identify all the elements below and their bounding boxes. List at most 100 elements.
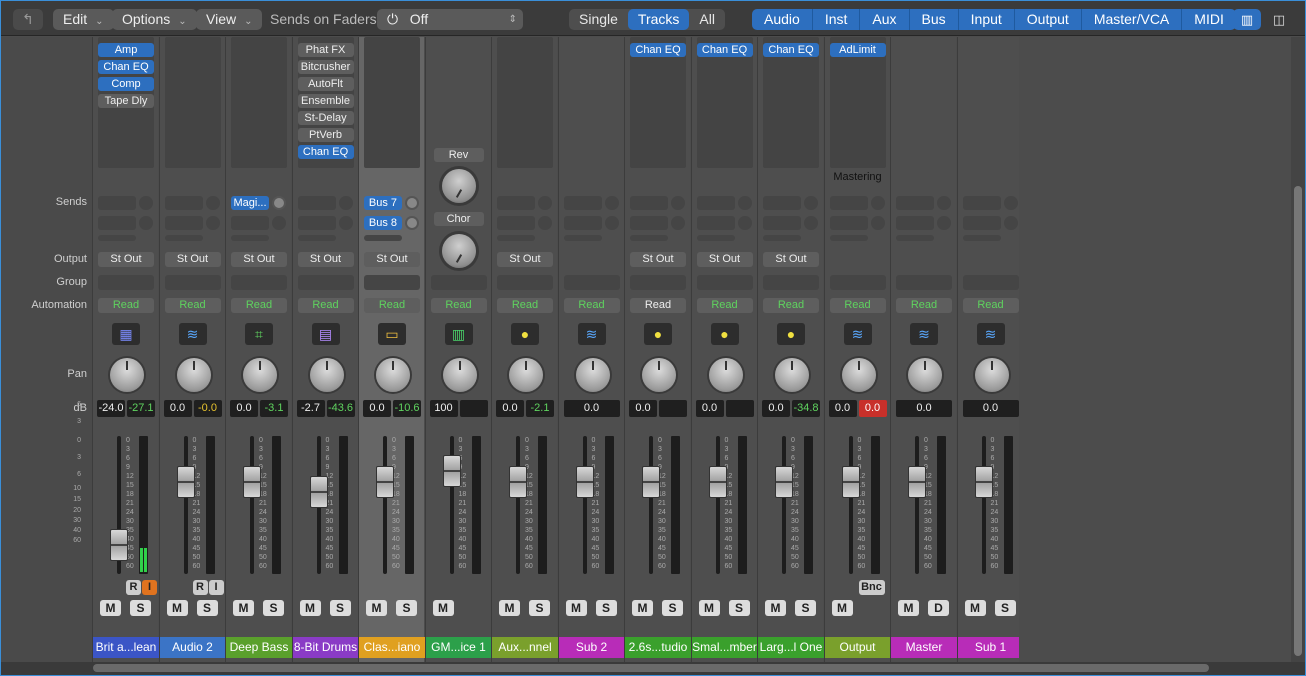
options-menu[interactable]: Options ⌄ [112, 9, 197, 30]
sends-on-faders-select[interactable]: ⏻ Off ⇕ [377, 9, 523, 30]
filter-input[interactable]: Input [959, 9, 1015, 30]
mute-button[interactable]: M [166, 600, 188, 616]
insert-area[interactable] [364, 37, 420, 168]
fader-track[interactable] [848, 436, 853, 574]
insert-slot[interactable]: Chan EQ [297, 145, 354, 159]
mute-button[interactable]: M [765, 600, 786, 616]
send-slot-empty[interactable] [164, 196, 203, 210]
track-name[interactable]: Deep Bass [226, 637, 292, 658]
automation-button[interactable]: Read [364, 298, 420, 313]
pan-knob[interactable] [309, 358, 344, 392]
automation-button[interactable]: Read [231, 298, 287, 313]
track-name[interactable]: Brit a...lean [93, 637, 159, 658]
group-slot[interactable] [763, 275, 819, 290]
volume-readout[interactable]: 0.0 [629, 400, 657, 417]
send-knob[interactable] [405, 216, 419, 230]
filter-midi[interactable]: MIDI [1182, 9, 1236, 30]
track-type-icon[interactable]: ▦ [112, 323, 140, 345]
input-monitor-button[interactable]: I [142, 580, 157, 595]
pan-knob[interactable] [908, 358, 942, 392]
mute-button[interactable]: M [964, 600, 986, 616]
track-name[interactable]: 2.6s...tudio [625, 637, 691, 658]
automation-button[interactable]: Read [164, 298, 221, 313]
filter-master-vca[interactable]: Master/VCA [1082, 9, 1183, 30]
solo-button[interactable]: S [329, 600, 351, 616]
insert-area[interactable] [164, 37, 221, 168]
track-name[interactable]: 8-Bit Drums [292, 637, 359, 658]
send-slot-empty[interactable] [763, 196, 801, 210]
send-slot-empty[interactable] [497, 196, 535, 210]
track-type-icon[interactable]: ≋ [577, 323, 606, 345]
output-button[interactable]: St Out [297, 252, 354, 267]
send-slot-empty[interactable] [696, 196, 735, 210]
send-knob[interactable] [604, 216, 619, 230]
record-enable-button[interactable]: R [126, 580, 141, 595]
volume-fader[interactable] [243, 466, 261, 498]
automation-button[interactable]: Read [430, 298, 487, 313]
output-button[interactable]: St Out [98, 252, 154, 267]
solo-button[interactable]: D [928, 600, 949, 616]
track-name[interactable]: Smal...mber [691, 637, 758, 658]
back-icon[interactable]: ↰ [13, 9, 43, 30]
pan-knob[interactable] [575, 358, 610, 392]
send-slot-empty[interactable] [896, 235, 934, 241]
track-type-icon[interactable]: ▥ [444, 323, 473, 345]
pan-knob[interactable] [110, 358, 144, 392]
send-knob[interactable] [870, 196, 885, 210]
volume-fader[interactable] [908, 466, 926, 498]
fader-track[interactable] [516, 436, 520, 574]
track-type-icon[interactable]: ≋ [843, 323, 872, 345]
send-slot-empty[interactable] [164, 235, 203, 241]
group-slot[interactable] [297, 275, 354, 290]
send-slot[interactable]: Magi... [231, 196, 269, 210]
track-name[interactable]: Clas...iano [359, 637, 425, 658]
volume-readout[interactable]: 0.0 [496, 400, 524, 417]
fader-track[interactable] [715, 436, 720, 574]
send-slot-empty[interactable] [364, 235, 402, 241]
automation-button[interactable]: Read [98, 298, 154, 313]
filter-audio[interactable]: Audio [752, 9, 813, 30]
track-type-icon[interactable]: ● [777, 323, 805, 345]
send-knob[interactable] [804, 216, 818, 230]
send-slot-empty[interactable] [563, 235, 602, 241]
send-slot-empty[interactable] [98, 235, 136, 241]
send-knob[interactable] [737, 216, 752, 230]
mute-button[interactable]: M [698, 600, 720, 616]
pan-knob[interactable] [708, 358, 743, 392]
insert-slot[interactable]: Comp [98, 77, 154, 91]
output-button[interactable]: St Out [497, 252, 553, 267]
track-type-icon[interactable]: ▤ [311, 323, 340, 345]
track-type-icon[interactable]: ● [710, 323, 739, 345]
track-name[interactable]: Aux...nnel [492, 637, 558, 658]
mute-button[interactable]: M [299, 600, 321, 616]
view-menu[interactable]: View ⌄ [196, 9, 263, 30]
send-knob[interactable] [604, 196, 619, 210]
send-slot-empty[interactable] [696, 216, 735, 230]
automation-button[interactable]: Read [763, 298, 819, 313]
send-slot[interactable]: Bus 7 [364, 196, 402, 210]
aux-plugin[interactable]: Chor [433, 212, 484, 226]
edit-menu[interactable]: Edit ⌄ [53, 9, 114, 30]
track-name[interactable]: Sub 2 [558, 637, 625, 658]
send-knob[interactable] [272, 196, 286, 210]
volume-fader[interactable] [376, 466, 394, 498]
mute-button[interactable]: M [831, 600, 853, 616]
send-slot-empty[interactable] [563, 196, 602, 210]
all-button[interactable]: All [689, 9, 725, 30]
volume-fader[interactable] [309, 476, 328, 508]
aux-knob[interactable] [441, 234, 476, 268]
send-slot-empty[interactable] [98, 196, 136, 210]
pan-knob[interactable] [841, 358, 876, 392]
output-button[interactable]: St Out [630, 252, 686, 267]
output-button[interactable]: St Out [696, 252, 753, 267]
automation-button[interactable]: Read [297, 298, 354, 313]
automation-button[interactable]: Read [896, 298, 952, 313]
send-slot-empty[interactable] [962, 235, 1001, 241]
send-slot-empty[interactable] [962, 216, 1001, 230]
fader-track[interactable] [981, 436, 986, 574]
volume-fader[interactable] [442, 455, 461, 487]
solo-button[interactable]: S [662, 600, 683, 616]
volume-fader[interactable] [642, 466, 660, 498]
insert-slot[interactable]: Chan EQ [98, 60, 154, 74]
track-name[interactable]: Larg...l One [758, 637, 824, 658]
